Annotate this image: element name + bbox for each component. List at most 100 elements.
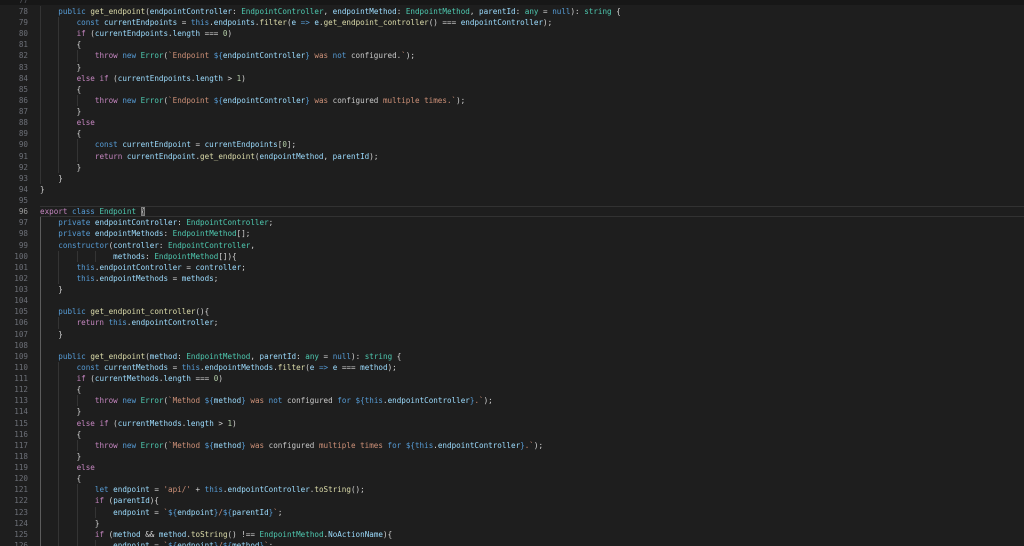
code-line[interactable]: 115 else if (currentMethods.length > 1) bbox=[0, 417, 1024, 429]
code-line[interactable]: 112 { bbox=[0, 384, 1024, 396]
code-line[interactable]: 91 return currentEndpoint.get_endpoint(e… bbox=[0, 150, 1024, 162]
code-line[interactable]: 109 public get_endpoint(method: Endpoint… bbox=[0, 350, 1024, 362]
indent-guide bbox=[58, 417, 60, 429]
code-line[interactable]: 84 else if (currentEndpoints.length > 1) bbox=[0, 72, 1024, 84]
code-text: const currentMethods = this.endpointMeth… bbox=[40, 361, 1024, 374]
indent-guide bbox=[40, 306, 41, 318]
indent-guide bbox=[58, 539, 60, 546]
indent-guide bbox=[40, 61, 41, 73]
code-line[interactable]: 81 { bbox=[0, 39, 1024, 51]
code-line[interactable]: 104 bbox=[0, 295, 1024, 307]
line-number: 107 bbox=[14, 329, 28, 339]
code-line[interactable]: 79 const currentEndpoints = this.endpoin… bbox=[0, 17, 1024, 29]
code-line[interactable]: 108 bbox=[0, 339, 1024, 351]
code-editor[interactable]: 77 78 public get_endpoint(endpointControl… bbox=[0, 0, 1024, 546]
code-line[interactable]: 82 throw new Error(`Endpoint ${endpointC… bbox=[0, 50, 1024, 62]
code-text bbox=[40, 295, 1024, 307]
line-number: 90 bbox=[18, 140, 28, 150]
code-line[interactable]: 111 if (currentMethods.length === 0) bbox=[0, 373, 1024, 385]
code-line[interactable]: 97 private endpointController: EndpointC… bbox=[0, 217, 1024, 229]
code-text: if (parentId){ bbox=[40, 495, 1024, 507]
code-text: } bbox=[40, 328, 63, 340]
line-number: 113 bbox=[14, 396, 28, 406]
code-line[interactable]: 95 bbox=[0, 195, 1024, 206]
code-text: { bbox=[40, 128, 82, 140]
code-line[interactable]: 118 } bbox=[0, 450, 1024, 463]
code-line[interactable]: 94} bbox=[0, 184, 1024, 195]
code-line[interactable]: 88 else bbox=[0, 117, 1024, 129]
indent-guide bbox=[58, 473, 60, 485]
code-line[interactable]: 106 return this.endpointController; bbox=[0, 317, 1024, 329]
line-number: 84 bbox=[18, 73, 28, 83]
line-number: 106 bbox=[14, 318, 28, 328]
code-line[interactable]: 98 private endpointMethods: EndpointMeth… bbox=[0, 228, 1024, 240]
code-line[interactable]: 122 if (parentId){ bbox=[0, 495, 1024, 507]
indent-guide bbox=[40, 484, 41, 496]
indent-guide bbox=[40, 50, 41, 62]
line-number: 120 bbox=[14, 474, 28, 484]
indent-guide bbox=[58, 150, 60, 162]
code-line[interactable]: 125 if (method && method.toString() !== … bbox=[0, 528, 1024, 540]
line-number: 98 bbox=[18, 229, 28, 239]
line-number: 118 bbox=[14, 451, 28, 461]
line-number: 80 bbox=[18, 29, 28, 39]
code-line[interactable]: 87 } bbox=[0, 106, 1024, 118]
code-line[interactable]: 119 else bbox=[0, 462, 1024, 474]
indent-guide bbox=[58, 61, 60, 73]
code-line[interactable]: 116 { bbox=[0, 428, 1024, 440]
code-text: let endpoint = 'api/' + this.endpointCon… bbox=[40, 484, 1024, 496]
indent-guide bbox=[58, 528, 60, 540]
bracket-match-highlight: { bbox=[140, 207, 146, 217]
code-line[interactable]: 93 } bbox=[0, 172, 1024, 184]
line-number: 85 bbox=[18, 84, 28, 94]
code-line[interactable]: 126 endpoint = `${endpoint}/${method}`; bbox=[0, 539, 1024, 546]
indent-guide bbox=[40, 228, 41, 240]
indent-guide bbox=[40, 462, 41, 474]
code-text: throw new Error(`Endpoint ${endpointCont… bbox=[40, 50, 1024, 62]
code-line[interactable]: 121 let endpoint = 'api/' + this.endpoin… bbox=[0, 484, 1024, 496]
code-line[interactable]: 103 } bbox=[0, 284, 1024, 296]
code-line[interactable]: 89 { bbox=[0, 128, 1024, 140]
code-line[interactable]: 92 } bbox=[0, 161, 1024, 173]
indent-guide bbox=[40, 72, 41, 84]
code-line[interactable]: 86 throw new Error(`Endpoint ${endpointC… bbox=[0, 94, 1024, 107]
code-text: } bbox=[40, 450, 82, 463]
indent-guide bbox=[40, 528, 41, 540]
code-line[interactable]: 113 throw new Error(`Method ${method} wa… bbox=[0, 395, 1024, 407]
code-text: this.endpointMethods = methods; bbox=[40, 272, 1024, 285]
indent-guide bbox=[40, 284, 41, 296]
code-line[interactable]: 123 endpoint = `${endpoint}/${parentId}`… bbox=[0, 506, 1024, 518]
code-line[interactable]: 85 { bbox=[0, 83, 1024, 95]
code-line[interactable]: 101 this.endpointController = controller… bbox=[0, 261, 1024, 273]
code-line[interactable]: 100 methods: EndpointMethod[]){ bbox=[0, 250, 1024, 262]
code-line[interactable]: 78 public get_endpoint(endpointControlle… bbox=[0, 5, 1024, 18]
code-line[interactable]: 102 this.endpointMethods = methods; bbox=[0, 272, 1024, 285]
code-line[interactable]: 117 throw new Error(`Method ${method} wa… bbox=[0, 439, 1024, 451]
line-number: 122 bbox=[14, 496, 28, 506]
indent-guide bbox=[40, 317, 41, 329]
code-text: if (currentMethods.length === 0) bbox=[40, 373, 1024, 385]
code-line[interactable]: 114 } bbox=[0, 406, 1024, 418]
code-text: if (method && method.toString() !== Endp… bbox=[40, 528, 1024, 540]
code-line[interactable]: 107 } bbox=[0, 328, 1024, 340]
code-line[interactable]: 105 public get_endpoint_controller(){ bbox=[0, 306, 1024, 318]
code-line[interactable]: 110 const currentMethods = this.endpoint… bbox=[0, 361, 1024, 374]
code-line[interactable]: 96 export class Endpoint { bbox=[0, 206, 1024, 217]
code-text: else if (currentMethods.length > 1) bbox=[40, 417, 1024, 429]
line-number: 105 bbox=[14, 307, 28, 317]
code-text: return this.endpointController; bbox=[40, 317, 1024, 329]
indent-guide bbox=[40, 395, 41, 407]
code-text: const currentEndpoint = currentEndpoints… bbox=[40, 139, 1024, 151]
code-line[interactable]: 83 } bbox=[0, 61, 1024, 73]
code-line[interactable]: 80 if (currentEndpoints.length === 0) bbox=[0, 28, 1024, 40]
code-line[interactable]: 90 const currentEndpoint = currentEndpoi… bbox=[0, 139, 1024, 151]
code-line[interactable]: 120 { bbox=[0, 473, 1024, 485]
line-number: 116 bbox=[14, 429, 28, 439]
indent-guide bbox=[40, 139, 41, 151]
code-line[interactable]: 99 constructor(controller: EndpointContr… bbox=[0, 239, 1024, 251]
line-number: 96 bbox=[18, 207, 28, 217]
line-number: 81 bbox=[18, 40, 28, 50]
code-text: { bbox=[40, 473, 82, 485]
code-line[interactable]: 124 } bbox=[0, 517, 1024, 529]
indent-guide bbox=[40, 450, 41, 463]
